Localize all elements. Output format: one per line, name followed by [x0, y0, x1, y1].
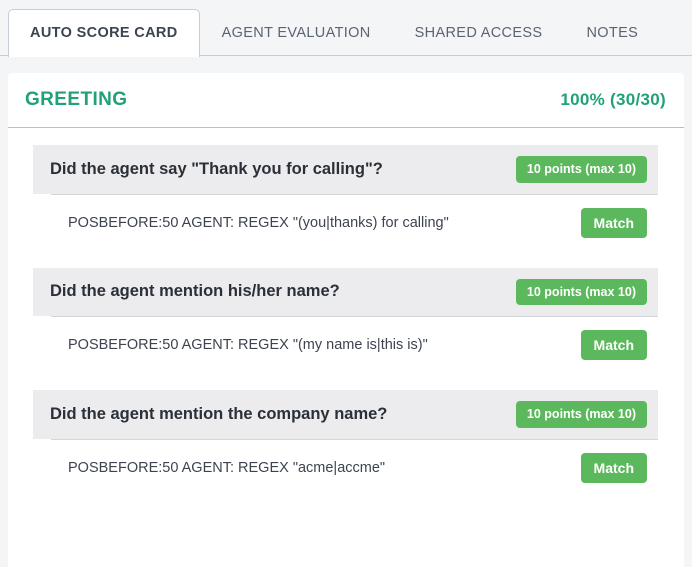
- criteria-row: POSBEFORE:50 AGENT: REGEX "(you|thanks) …: [51, 193, 658, 251]
- question-text: Did the agent mention the company name?: [50, 404, 388, 423]
- question-text: Did the agent mention his/her name?: [50, 282, 340, 301]
- match-status-button[interactable]: Match: [580, 330, 647, 360]
- tab-label: AGENT EVALUATION: [221, 25, 371, 41]
- question-header: Did the agent mention the company name? …: [33, 390, 658, 439]
- question-text: Did the agent say "Thank you for calling…: [50, 159, 383, 178]
- question-block: Did the agent mention the company name? …: [33, 390, 658, 496]
- tab-bar: AUTO SCORE CARD AGENT EVALUATION SHARED …: [0, 0, 692, 57]
- points-badge: 10 points (max 10): [515, 401, 647, 428]
- section-score: 100% (30/30): [560, 90, 666, 109]
- tab-label: SHARED ACCESS: [414, 25, 543, 41]
- points-badge: 10 points (max 10): [515, 156, 647, 183]
- criteria-rule: POSBEFORE:50 AGENT: REGEX "acme|accme": [68, 459, 386, 476]
- criteria-row: POSBEFORE:50 AGENT: REGEX "acme|accme" M…: [51, 438, 658, 496]
- criteria-row: POSBEFORE:50 AGENT: REGEX "(my name is|t…: [51, 316, 658, 373]
- tab-label: NOTES: [586, 25, 639, 41]
- match-status-button[interactable]: Match: [580, 452, 647, 483]
- question-block: Did the agent mention his/her name? 10 p…: [33, 267, 658, 374]
- question-header: Did the agent mention his/her name? 10 p…: [33, 267, 658, 316]
- tab-notes[interactable]: NOTES: [564, 9, 660, 56]
- criteria-rule: POSBEFORE:50 AGENT: REGEX "(you|thanks) …: [68, 214, 449, 231]
- match-status-button[interactable]: Match: [580, 207, 647, 238]
- points-badge: 10 points (max 10): [515, 278, 647, 305]
- tab-label: AUTO SCORE CARD: [30, 25, 178, 41]
- question-header: Did the agent say "Thank you for calling…: [33, 145, 658, 194]
- tab-auto-score-card[interactable]: AUTO SCORE CARD: [8, 9, 200, 57]
- score-card-panel: GREETING 100% (30/30) Did the agent say …: [8, 73, 684, 567]
- section-title: GREETING: [25, 89, 128, 110]
- section-header: GREETING 100% (30/30): [8, 73, 684, 128]
- question-block: Did the agent say "Thank you for calling…: [33, 145, 658, 251]
- tab-agent-evaluation[interactable]: AGENT EVALUATION: [200, 9, 393, 56]
- tab-shared-access[interactable]: SHARED ACCESS: [393, 9, 565, 56]
- criteria-rule: POSBEFORE:50 AGENT: REGEX "(my name is|t…: [68, 337, 428, 353]
